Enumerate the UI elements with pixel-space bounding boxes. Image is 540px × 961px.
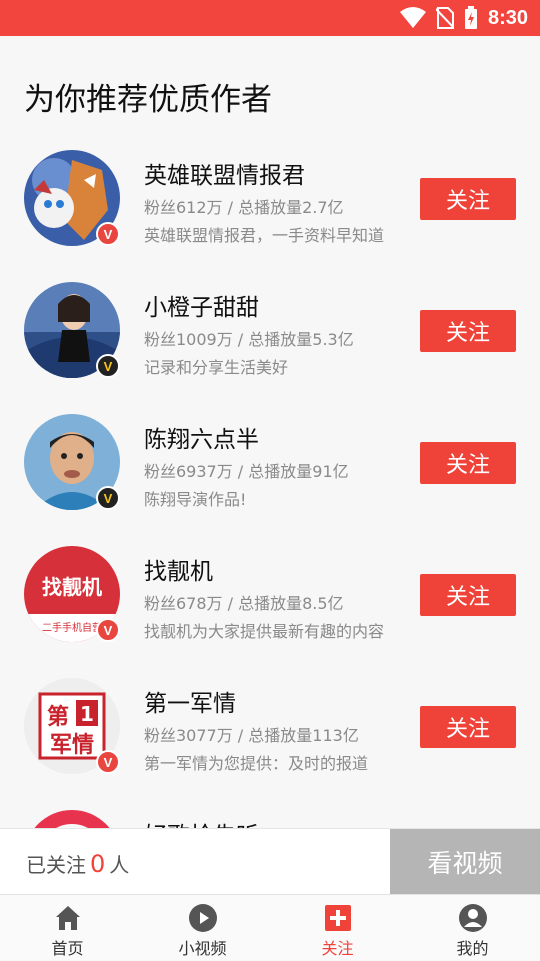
plus-square-icon: [324, 905, 351, 931]
author-name: 陈翔六点半: [144, 427, 259, 453]
author-description: 找靓机为大家提供最新有趣的内容: [144, 622, 384, 641]
tab-short-video[interactable]: 小视频: [135, 895, 270, 961]
user-icon: [458, 904, 487, 932]
author-name: 小橙子甜甜: [144, 295, 259, 321]
author-row[interactable]: V 小橙子甜甜 粉丝1009万 / 总播放量5.3亿 记录和分享生活美好 关注: [0, 268, 540, 400]
logo-text: 找靓机: [42, 575, 102, 599]
author-name: 第一军情: [144, 691, 236, 717]
author-list[interactable]: V 英雄联盟情报君 粉丝612万 / 总播放量2.7亿 英雄联盟情报君，一手资料…: [0, 136, 540, 830]
status-time: 8:30: [487, 6, 528, 29]
verified-badge-icon: V: [96, 222, 120, 246]
verified-badge-icon: V: [96, 618, 120, 642]
logo-subtext: 二手手机自营: [42, 621, 102, 634]
author-row[interactable]: 找靓机 二手手机自营 V 找靓机 粉丝678万 / 总播放量8.5亿 找靓机为大…: [0, 532, 540, 664]
tab-label: 首页: [51, 939, 84, 958]
author-stats: 粉丝612万 / 总播放量2.7亿: [144, 198, 344, 217]
bottom-action-bar: 已关注 0 人 看视频: [0, 828, 540, 895]
logo-number: 1: [80, 702, 94, 726]
tab-label: 关注: [321, 939, 354, 958]
followed-count-text: 已关注 0 人: [26, 849, 129, 878]
verified-badge-icon: V: [96, 354, 120, 378]
author-name: 英雄联盟情报君: [144, 163, 305, 189]
play-circle-icon: [188, 904, 217, 932]
author-avatar[interactable]: [24, 810, 120, 830]
logo-text-bottom: 军情: [50, 732, 94, 758]
watch-video-button[interactable]: 看视频: [390, 829, 540, 895]
wifi-icon: [399, 7, 426, 28]
author-row[interactable]: 好歌抢先听: [0, 796, 540, 830]
author-stats: 粉丝1009万 / 总播放量5.3亿: [144, 330, 354, 349]
follow-button[interactable]: 关注: [420, 574, 516, 616]
author-description: 记录和分享生活美好: [144, 358, 289, 377]
author-row[interactable]: V 陈翔六点半 粉丝6937万 / 总播放量91亿 陈翔导演作品! 关注: [0, 400, 540, 532]
author-description: 陈翔导演作品!: [144, 490, 247, 509]
followed-prefix: 已关注: [26, 853, 86, 877]
tab-label: 小视频: [178, 939, 227, 958]
followed-suffix: 人: [109, 853, 130, 877]
follow-button[interactable]: 关注: [420, 310, 516, 352]
author-row[interactable]: 第 1 军情 V 第一军情 粉丝3077万 / 总播放量113亿 第一军情为您提…: [0, 664, 540, 796]
tab-follow[interactable]: 关注: [270, 895, 405, 961]
follow-button[interactable]: 关注: [420, 178, 516, 220]
verified-badge-icon: V: [96, 486, 120, 510]
verified-badge-icon: V: [96, 750, 120, 774]
followed-count: 0: [90, 850, 106, 878]
author-stats: 粉丝6937万 / 总播放量91亿: [144, 462, 349, 481]
no-sim-icon: [435, 7, 454, 29]
status-bar: 8:30: [0, 0, 540, 36]
author-row[interactable]: V 英雄联盟情报君 粉丝612万 / 总播放量2.7亿 英雄联盟情报君，一手资料…: [0, 136, 540, 268]
author-stats: 粉丝3077万 / 总播放量113亿: [144, 726, 359, 745]
author-stats: 粉丝678万 / 总播放量8.5亿: [144, 594, 344, 613]
battery-charging-icon: [464, 6, 477, 29]
tab-profile[interactable]: 我的: [405, 895, 540, 961]
page-title: 为你推荐优质作者: [24, 82, 272, 118]
author-name: 找靓机: [144, 559, 213, 585]
bottom-tab-bar: 首页 小视频 关注 我的: [0, 894, 540, 960]
home-icon: [55, 906, 80, 930]
author-description: 英雄联盟情报君，一手资料早知道: [144, 226, 384, 245]
logo-text-top: 第: [47, 704, 69, 730]
follow-button[interactable]: 关注: [420, 706, 516, 748]
follow-button[interactable]: 关注: [420, 442, 516, 484]
tab-label: 我的: [456, 939, 489, 958]
author-description: 第一军情为您提供：及时的报道: [144, 754, 369, 773]
tab-home[interactable]: 首页: [0, 895, 135, 961]
